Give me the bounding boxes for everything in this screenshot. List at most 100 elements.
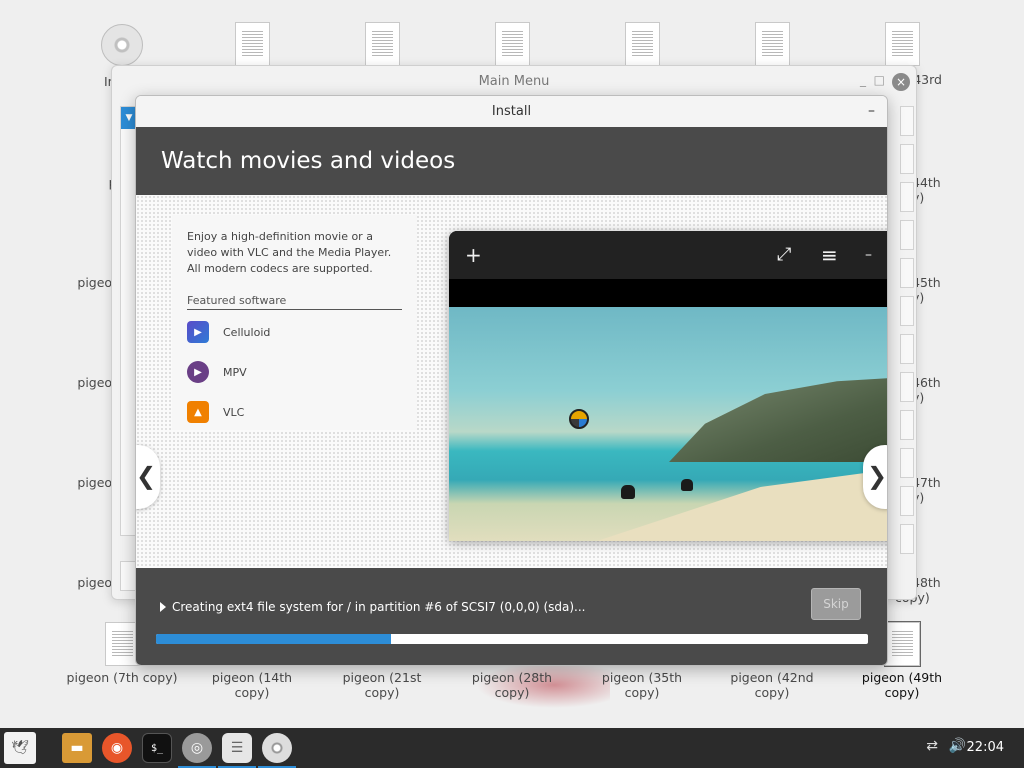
desktop-icon-label[interactable]: pi — [40, 175, 120, 190]
desktop-icon-label: pigeon (42nd — [730, 670, 814, 685]
install-minimize-button[interactable]: – — [868, 96, 875, 127]
main-menu-close-button[interactable]: × — [892, 73, 910, 91]
disk-icon: ◎ — [190, 740, 204, 756]
notes-icon: ☰ — [230, 740, 244, 756]
menu-icon: ≡ — [821, 243, 838, 267]
featured-app-vlc: ▲ VLC — [187, 394, 402, 430]
firefox-launcher[interactable]: ◉ — [102, 733, 132, 763]
list-item[interactable] — [900, 372, 914, 402]
desktop-icon-label[interactable]: 46th y) — [912, 375, 972, 405]
list-item[interactable] — [900, 334, 914, 364]
start-menu-button[interactable]: 🕊 — [4, 732, 36, 764]
desktop-icon-label[interactable]: pigeon — [40, 375, 120, 390]
desktop-icon-label: pigeon (35th — [601, 670, 683, 685]
install-status[interactable]: Creating ext4 file system for / in parti… — [160, 600, 585, 614]
featured-app-celluloid: ▶ Celluloid — [187, 314, 402, 350]
minimize-icon: – — [865, 247, 872, 263]
document-icon — [883, 621, 921, 667]
busy-cursor-icon — [569, 409, 589, 429]
install-status-text: Creating ext4 file system for / in parti… — [172, 600, 586, 614]
install-progress-fill — [156, 634, 391, 644]
terminal-icon: $_ — [150, 742, 164, 754]
list-item[interactable] — [900, 182, 914, 212]
celluloid-icon: ▶ — [187, 321, 209, 343]
desktop-icon-label[interactable]: pigeon — [40, 575, 120, 590]
desktop-icon-label: pigeon (28th — [471, 670, 553, 685]
list-item[interactable] — [900, 448, 914, 478]
main-menu-minimize-button[interactable]: _ — [860, 73, 866, 87]
desktop-icon-label: copy) — [494, 685, 530, 700]
desktop-icon-document[interactable] — [452, 22, 572, 70]
main-menu-maximize-button[interactable]: □ — [874, 73, 885, 87]
desktop-icon-label: pigeon (21st — [342, 670, 422, 685]
desktop-icon-document[interactable] — [712, 22, 832, 70]
desktop-icon-label[interactable]: 45th y) — [912, 275, 972, 305]
document-icon — [234, 22, 270, 66]
expand-arrow-icon[interactable] — [160, 602, 166, 612]
install-window: Install – Watch movies and videos Enjoy … — [135, 95, 888, 666]
slide-description-card: Enjoy a high-definition movie or a video… — [172, 215, 417, 430]
main-menu-title: Main Menu — [478, 74, 550, 89]
document-icon — [624, 22, 660, 66]
document-icon — [364, 22, 400, 66]
add-icon: + — [465, 243, 482, 267]
list-item[interactable] — [900, 524, 914, 554]
terminal-launcher[interactable]: $_ — [142, 733, 172, 763]
featured-app-mpv: ▶ MPV — [187, 354, 402, 390]
desktop-icon-label: pigeon (14th — [211, 670, 293, 685]
install-progress-bar — [156, 634, 868, 644]
slide-description: Enjoy a high-definition movie or a video… — [187, 230, 392, 275]
featured-app-label: MPV — [223, 365, 247, 379]
desktop-icon-label[interactable]: 47th y) — [912, 475, 972, 505]
fullscreen-icon: ⤢ — [777, 244, 792, 265]
vlc-icon: ▲ — [187, 401, 209, 423]
disk-app-button[interactable]: ◎ — [182, 733, 212, 763]
desktop-icon-label: copy) — [624, 685, 660, 700]
document-icon — [884, 22, 920, 66]
desktop-icon-label: copy) — [884, 685, 920, 700]
document-icon — [754, 22, 790, 66]
bird-logo-icon: 🕊 — [11, 740, 29, 756]
featured-app-label: VLC — [223, 405, 245, 419]
disc-icon — [101, 24, 143, 66]
video-rider — [681, 479, 693, 491]
list-item[interactable] — [900, 220, 914, 250]
clock[interactable]: 22:04 — [967, 740, 1004, 755]
previous-slide-button[interactable]: ❮ — [136, 445, 160, 509]
desktop-icon-document[interactable] — [322, 22, 442, 70]
desktop-icon-document[interactable] — [192, 22, 312, 70]
desktop-icon-document[interactable] — [582, 22, 702, 70]
desktop-icon-label[interactable]: 44th y) — [912, 175, 972, 205]
install-titlebar: Install – — [136, 96, 887, 127]
featured-software-title: Featured software — [187, 294, 402, 310]
taskbar: 🕊 ▬ ◉ $_ ◎ ☰ ⇄ 🔊 22:04 — [0, 728, 1024, 768]
desktop-icon-label: pigeon (49th — [861, 670, 943, 685]
list-item[interactable] — [900, 486, 914, 516]
desktop-icon-label[interactable]: pigeon — [40, 275, 120, 290]
media-player-screenshot: + ⤢ ≡ – — [449, 231, 887, 541]
desktop-icon-label: pigeon (7th copy) — [66, 670, 178, 685]
list-item[interactable] — [900, 144, 914, 174]
desktop-icon-label[interactable]: pigeon — [40, 475, 120, 490]
firefox-icon: ◉ — [110, 740, 124, 756]
install-footer: Creating ext4 file system for / in parti… — [136, 568, 887, 665]
volume-icon[interactable]: 🔊 — [949, 738, 966, 754]
list-item[interactable] — [900, 410, 914, 440]
next-slide-button[interactable]: ❯ — [863, 445, 887, 509]
skip-button[interactable]: Skip — [811, 588, 861, 620]
files-launcher[interactable]: ▬ — [62, 733, 92, 763]
list-item[interactable] — [900, 296, 914, 326]
list-item[interactable] — [900, 106, 914, 136]
folder-icon: ▬ — [70, 740, 84, 756]
featured-app-label: Celluloid — [223, 325, 271, 339]
list-item[interactable] — [900, 258, 914, 288]
media-player-header: + ⤢ ≡ – — [449, 231, 887, 279]
installer-app-button[interactable] — [262, 733, 292, 763]
desktop-icon-label: copy) — [754, 685, 790, 700]
document-icon — [494, 22, 530, 66]
network-icon[interactable]: ⇄ — [926, 738, 938, 754]
video-cliff — [669, 377, 887, 462]
main-menu-list — [900, 106, 914, 562]
notes-app-button[interactable]: ☰ — [222, 733, 252, 763]
desktop-icon-label: copy) — [234, 685, 270, 700]
